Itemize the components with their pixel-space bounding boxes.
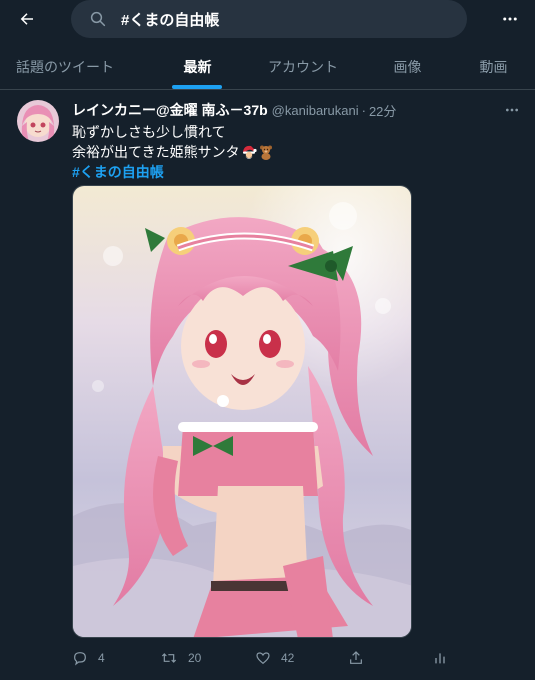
search-tabs: 話題のツイート 最新 アカウント 画像 動画: [0, 44, 535, 90]
back-button[interactable]: [12, 6, 42, 32]
reply-icon: [74, 652, 86, 666]
tweet-actions: 4 20 42: [72, 646, 532, 670]
like-icon: [256, 652, 270, 665]
author-name[interactable]: レインカニー@金曜 南ふ－37b: [72, 100, 268, 120]
back-arrow-icon: [20, 13, 33, 25]
search-icon: [90, 11, 106, 27]
analytics-icon: [435, 653, 445, 664]
retweet-count: 20: [188, 651, 202, 665]
reply-button[interactable]: 4: [72, 646, 105, 670]
more-icon: [506, 108, 518, 112]
retweet-icon: [161, 653, 177, 663]
like-button[interactable]: 42: [255, 646, 294, 670]
tab-top-tweets[interactable]: 話題のツイート: [10, 44, 120, 89]
tab-videos[interactable]: 動画: [466, 44, 521, 89]
tweet-text-line-2: 余裕が出てきた姫熊サンタ: [72, 142, 512, 162]
more-icon: [503, 17, 517, 21]
hashtag-link[interactable]: #くまの自由帳: [72, 164, 164, 180]
tweet-text: 恥ずかしさも少し慣れて 余裕が出てきた姫熊サンタ #くまの自由帳: [72, 122, 512, 182]
tab-images[interactable]: 画像: [380, 44, 435, 89]
more-options-button[interactable]: [496, 6, 524, 32]
tweet[interactable]: レインカニー@金曜 南ふ－37b @kanibarukani · 22分 恥ずか…: [0, 91, 535, 680]
active-tab-indicator: [172, 85, 222, 89]
tweet-image[interactable]: [72, 185, 412, 638]
santa-emoji-icon: [242, 145, 257, 159]
retweet-button[interactable]: 20: [160, 646, 201, 670]
analytics-button[interactable]: [432, 646, 458, 670]
share-icon: [350, 651, 362, 664]
tab-latest[interactable]: 最新: [170, 44, 225, 89]
separator-dot: ·: [361, 102, 366, 118]
top-bar: [0, 0, 535, 40]
tweet-header: レインカニー@金曜 南ふ－37b @kanibarukani · 22分: [72, 100, 492, 120]
author-handle[interactable]: @kanibarukani: [272, 103, 359, 118]
search-box: [71, 0, 467, 38]
search-input[interactable]: [121, 6, 451, 32]
tweet-time[interactable]: 22分: [369, 101, 396, 120]
teddy-bear-emoji-icon: [259, 145, 272, 160]
tweet-text-line-1: 恥ずかしさも少し慣れて: [72, 124, 226, 140]
share-button[interactable]: [348, 646, 374, 670]
tweet-text-line-2-text: 余裕が出てきた姫熊サンタ: [72, 144, 240, 160]
tweet-more-button[interactable]: [500, 100, 524, 120]
avatar[interactable]: [17, 100, 59, 142]
like-count: 42: [281, 651, 295, 665]
tab-accounts[interactable]: アカウント: [258, 44, 348, 89]
reply-count: 4: [98, 651, 105, 665]
